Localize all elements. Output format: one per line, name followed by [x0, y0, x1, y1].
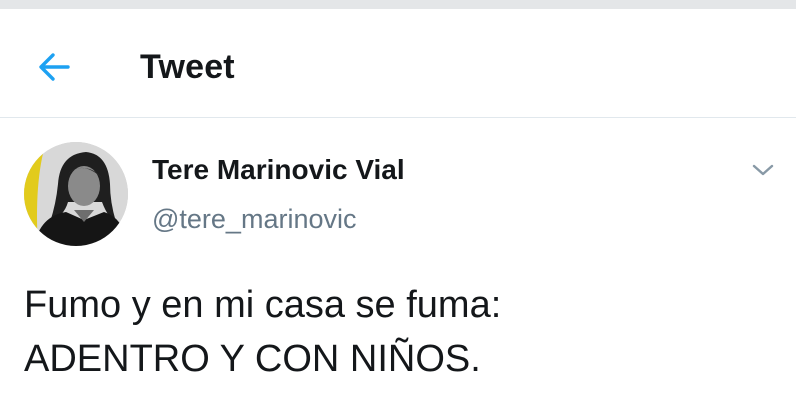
tweet-text: Fumo y en mi casa se fuma: ADENTRO Y CON…	[24, 278, 774, 386]
status-bar	[0, 0, 796, 9]
back-button[interactable]	[26, 42, 82, 92]
tweet-text-line: ADENTRO Y CON NIÑOS.	[24, 338, 481, 380]
tweet-card: Tere Marinovic Vial @tere_marinovic Fumo…	[0, 118, 796, 402]
tweet-options-button[interactable]	[744, 154, 782, 186]
avatar[interactable]	[24, 142, 128, 246]
chevron-down-icon	[752, 164, 774, 176]
author-display-name[interactable]: Tere Marinovic Vial	[152, 154, 405, 186]
arrow-left-icon	[39, 53, 70, 81]
author-handle[interactable]: @tere_marinovic	[152, 204, 356, 235]
top-header: Tweet	[0, 9, 796, 118]
profile-photo	[24, 142, 128, 246]
tweet-text-line: Fumo y en mi casa se fuma:	[24, 284, 502, 326]
page-title: Tweet	[140, 48, 235, 86]
